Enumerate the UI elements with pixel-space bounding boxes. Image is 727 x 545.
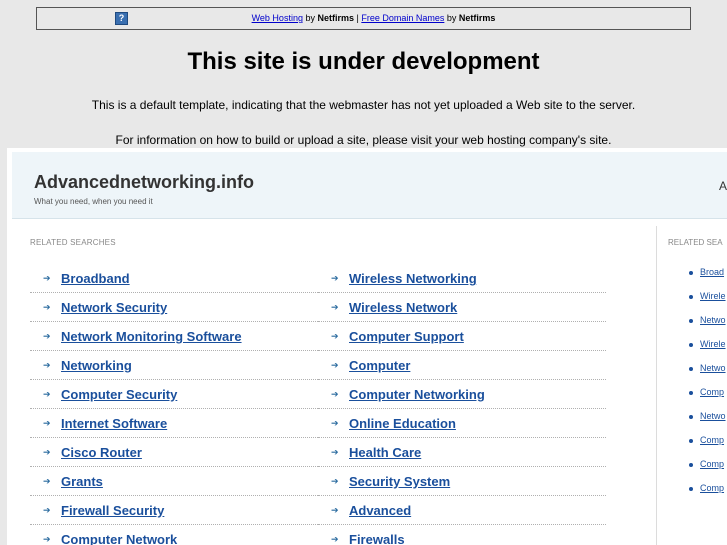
arrow-right-icon: ➔: [331, 302, 339, 312]
parked-domain-panel: Advancednetworking.info What you need, w…: [7, 148, 727, 545]
related-search-item[interactable]: ➔ Computer Network: [30, 525, 318, 545]
bullet-icon: [689, 487, 693, 491]
arrow-right-icon: ➔: [43, 273, 51, 283]
bullet-icon: [689, 295, 693, 299]
site-tagline: What you need, when you need it: [34, 197, 153, 206]
side-related-search-link[interactable]: Netwo: [700, 363, 726, 373]
arrow-right-icon: ➔: [43, 447, 51, 457]
side-related-search-link[interactable]: Broad: [700, 267, 724, 277]
site-name: Advancednetworking.info: [34, 172, 255, 192]
arrow-right-icon: ➔: [43, 331, 51, 341]
related-search-item[interactable]: ➔ Advanced: [318, 496, 606, 525]
related-search-link[interactable]: Wireless Networking: [349, 271, 477, 286]
related-search-link[interactable]: Cisco Router: [61, 445, 142, 460]
arrow-right-icon: ➔: [331, 360, 339, 370]
page-title: This site is under development: [187, 48, 540, 75]
related-search-item[interactable]: ➔ Network Monitoring Software: [30, 322, 318, 351]
arrow-right-icon: ➔: [331, 505, 339, 515]
bullet-icon: [689, 319, 693, 323]
related-search-link[interactable]: Security System: [349, 474, 450, 489]
related-search-item[interactable]: ➔ Wireless Network: [318, 293, 606, 322]
side-related-search-link[interactable]: Wirele: [700, 291, 726, 301]
related-search-item[interactable]: ➔ Firewalls: [318, 525, 606, 545]
related-search-link[interactable]: Network Monitoring Software: [61, 329, 242, 344]
side-related-search-link[interactable]: Comp: [700, 435, 724, 445]
related-search-item[interactable]: ➔ Wireless Networking: [318, 264, 606, 293]
related-search-item[interactable]: ➔ Internet Software: [30, 409, 318, 438]
bullet-icon: [689, 439, 693, 443]
related-search-link[interactable]: Wireless Network: [349, 300, 457, 315]
related-search-item[interactable]: ➔ Health Care: [318, 438, 606, 467]
related-search-link[interactable]: Network Security: [61, 300, 167, 315]
related-search-link[interactable]: Computer Network: [61, 532, 177, 545]
arrow-right-icon: ➔: [43, 389, 51, 399]
netfirms-brand-2: Netfirms: [458, 13, 496, 23]
related-search-item[interactable]: ➔ Computer: [318, 351, 606, 380]
banner-text: Web Hosting by Netfirms | Free Domain Na…: [251, 13, 496, 23]
header-right-text: A: [718, 179, 727, 193]
arrow-right-icon: ➔: [331, 447, 339, 457]
related-searches-label-side: RELATED SEA: [668, 238, 723, 247]
bullet-icon: [689, 391, 693, 395]
column-divider: [656, 226, 657, 545]
arrow-right-icon: ➔: [331, 273, 339, 283]
side-related-search-link[interactable]: Comp: [700, 459, 724, 469]
related-search-item[interactable]: ➔ Computer Support: [318, 322, 606, 351]
side-related-search-link[interactable]: Comp: [700, 387, 724, 397]
related-search-link[interactable]: Advanced: [349, 503, 411, 518]
arrow-right-icon: ➔: [331, 331, 339, 341]
related-search-link[interactable]: Firewall Security: [61, 503, 164, 518]
bullet-icon: [689, 415, 693, 419]
arrow-right-icon: ➔: [331, 476, 339, 486]
hosting-info-notice: For information on how to build or uploa…: [115, 133, 612, 147]
bullet-icon: [689, 367, 693, 371]
related-search-item[interactable]: ➔ Online Education: [318, 409, 606, 438]
related-searches-label: RELATED SEARCHES: [30, 238, 116, 247]
related-search-item[interactable]: ➔ Networking: [30, 351, 318, 380]
arrow-right-icon: ➔: [43, 360, 51, 370]
related-search-link[interactable]: Internet Software: [61, 416, 167, 431]
related-search-item[interactable]: ➔ Network Security: [30, 293, 318, 322]
arrow-right-icon: ➔: [43, 302, 51, 312]
arrow-right-icon: ➔: [43, 534, 51, 544]
default-template-notice: This is a default template, indicating t…: [91, 98, 636, 112]
arrow-right-icon: ➔: [43, 476, 51, 486]
related-search-link[interactable]: Grants: [61, 474, 103, 489]
side-related-search-link[interactable]: Comp: [700, 483, 724, 493]
related-search-item[interactable]: ➔ Computer Networking: [318, 380, 606, 409]
related-search-link[interactable]: Health Care: [349, 445, 421, 460]
hosting-banner: ? Web Hosting by Netfirms | Free Domain …: [36, 7, 691, 30]
side-related-search-link[interactable]: Netwo: [700, 315, 726, 325]
related-search-link[interactable]: Firewalls: [349, 532, 405, 545]
bullet-icon: [689, 343, 693, 347]
bullet-icon: [689, 463, 693, 467]
web-hosting-link[interactable]: Web Hosting: [252, 13, 303, 23]
related-search-link[interactable]: Computer Networking: [349, 387, 485, 402]
related-search-link[interactable]: Computer: [349, 358, 410, 373]
related-search-item[interactable]: ➔ Grants: [30, 467, 318, 496]
related-search-item[interactable]: ➔ Computer Security: [30, 380, 318, 409]
bullet-icon: [689, 271, 693, 275]
arrow-right-icon: ➔: [331, 389, 339, 399]
arrow-right-icon: ➔: [331, 418, 339, 428]
parked-header: Advancednetworking.info What you need, w…: [12, 152, 727, 219]
related-search-link[interactable]: Computer Security: [61, 387, 177, 402]
related-search-item[interactable]: ➔ Firewall Security: [30, 496, 318, 525]
side-related-search-link[interactable]: Netwo: [700, 411, 726, 421]
related-search-link[interactable]: Broadband: [61, 271, 130, 286]
netfirms-brand-1: Netfirms: [317, 13, 354, 23]
related-search-link[interactable]: Networking: [61, 358, 132, 373]
related-search-link[interactable]: Online Education: [349, 416, 456, 431]
arrow-right-icon: ➔: [43, 418, 51, 428]
arrow-right-icon: ➔: [43, 505, 51, 515]
related-search-item[interactable]: ➔ Cisco Router: [30, 438, 318, 467]
side-related-search-link[interactable]: Wirele: [700, 339, 726, 349]
related-search-item[interactable]: ➔ Broadband: [30, 264, 318, 293]
free-domain-names-link[interactable]: Free Domain Names: [361, 13, 444, 23]
related-search-link[interactable]: Computer Support: [349, 329, 464, 344]
related-search-item[interactable]: ➔ Security System: [318, 467, 606, 496]
arrow-right-icon: ➔: [331, 534, 339, 544]
